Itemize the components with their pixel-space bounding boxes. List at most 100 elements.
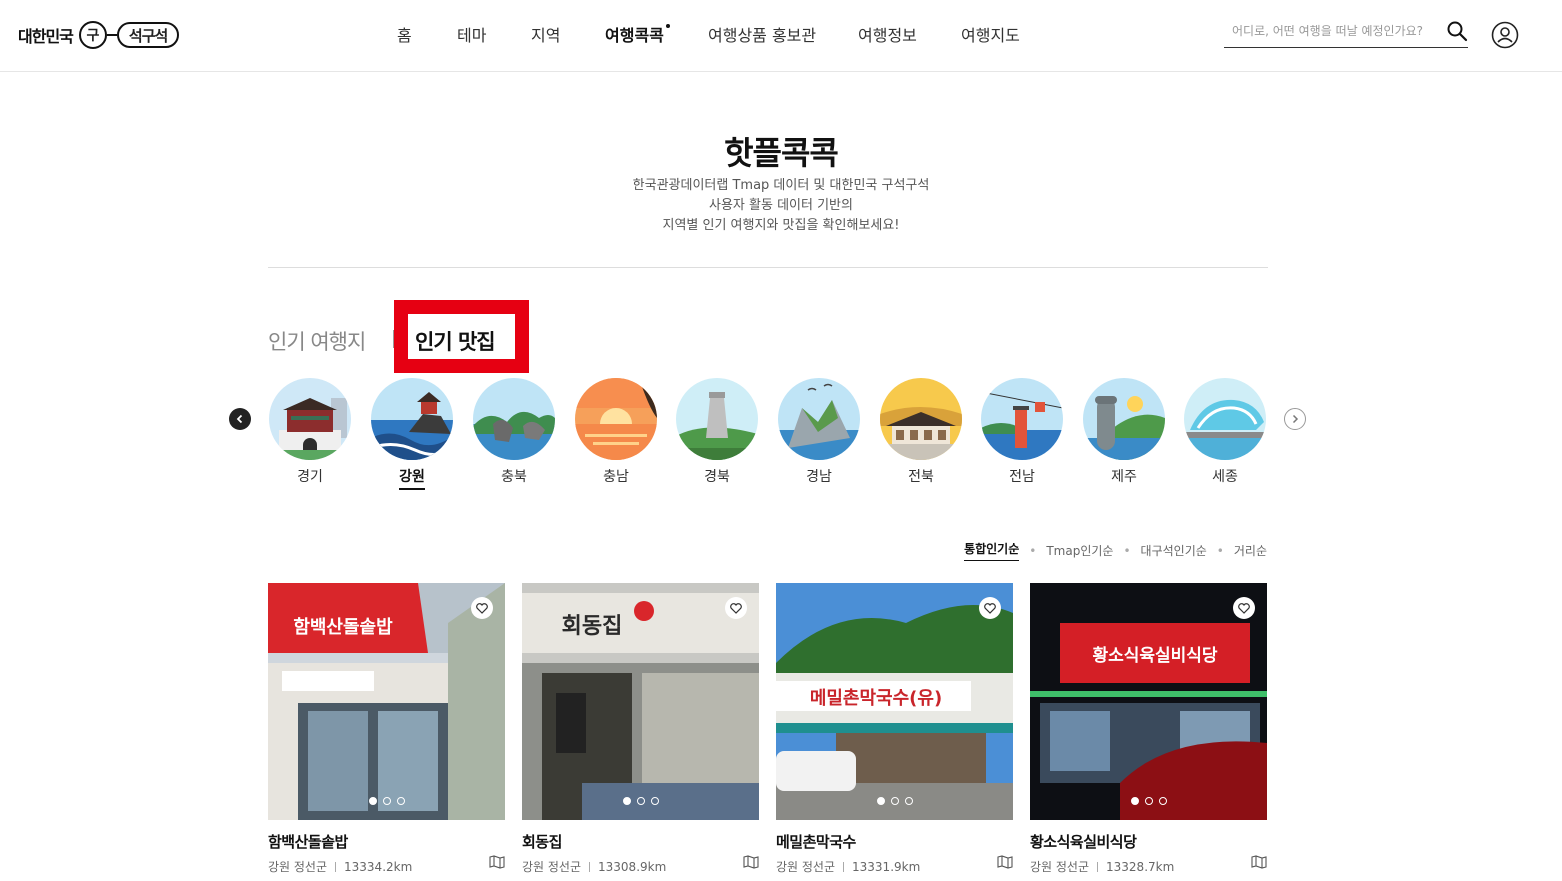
region-chungbuk-image — [473, 378, 555, 460]
region-jeonnam-image — [981, 378, 1063, 460]
new-dot-icon — [665, 24, 670, 28]
heart-icon — [984, 602, 996, 614]
nav-home[interactable]: 홈 — [397, 22, 412, 46]
map-icon[interactable] — [489, 855, 505, 869]
sort-integrated[interactable]: 통합인기순 — [964, 540, 1020, 561]
map-icon[interactable] — [997, 855, 1013, 869]
restaurant-card[interactable]: 함백산돌솥밥 함백산돌솥밥 강원 정선군 13334.2km — [268, 583, 505, 875]
nav-travel-kokkok-label: 여행콕콕 — [605, 26, 664, 45]
carousel-dot[interactable] — [382, 797, 391, 805]
restaurant-photo: 황소식육실비식당 — [1030, 583, 1267, 820]
region-gyeonggi[interactable]: 경기 — [269, 378, 351, 486]
nav-travel-map[interactable]: 여행지도 — [961, 22, 1020, 46]
search-icon[interactable] — [1446, 20, 1468, 42]
carousel-dots — [522, 797, 759, 805]
sort-daeguseok[interactable]: 대구석인기순 — [1141, 542, 1207, 559]
search-input[interactable] — [1224, 18, 1434, 44]
restaurant-meta: 강원 정선군 13308.9km — [522, 858, 759, 875]
region-label: 세종 — [1212, 469, 1238, 485]
favorite-button[interactable] — [725, 597, 747, 619]
restaurant-region: 강원 정선군 — [268, 860, 328, 874]
sort-distance[interactable]: 거리순 — [1234, 542, 1267, 559]
nav-theme[interactable]: 테마 — [457, 22, 486, 46]
region-gyeongnam[interactable]: 경남 — [778, 378, 860, 486]
region-label: 충북 — [501, 469, 527, 485]
carousel-dot[interactable] — [396, 797, 405, 805]
favorite-button[interactable] — [1233, 597, 1255, 619]
nav-region[interactable]: 지역 — [531, 22, 560, 46]
region-label: 경북 — [704, 469, 730, 485]
meta-separator — [1097, 861, 1099, 872]
nav-travel-info[interactable]: 여행정보 — [858, 22, 917, 46]
description-line: 지역별 인기 여행지와 맛집을 확인해보세요! — [662, 218, 900, 233]
chevron-left-icon — [236, 414, 243, 424]
carousel-next-button[interactable] — [1284, 408, 1306, 430]
restaurant-region: 강원 정선군 — [776, 860, 836, 874]
region-gyeongbuk-image — [676, 378, 758, 460]
storefront-sign: 회동집 — [562, 614, 623, 639]
region-sejong-image — [1184, 378, 1266, 460]
region-jeju[interactable]: 제주 — [1083, 378, 1165, 486]
site-header: 대한민국 구 석구석 홈 테마 지역 여행콕콕 여행상품 홍보관 여행정보 여행… — [0, 0, 1562, 72]
search-box — [1224, 18, 1468, 48]
heart-icon — [730, 602, 742, 614]
restaurant-name[interactable]: 함백산돌솥밥 — [268, 831, 505, 852]
restaurant-name[interactable]: 메밀촌막국수 — [776, 831, 1013, 852]
carousel-dot[interactable] — [1158, 797, 1167, 805]
carousel-dot[interactable] — [650, 797, 659, 805]
region-label: 전남 — [1009, 469, 1035, 485]
meta-separator — [335, 861, 337, 872]
carousel-dots — [776, 797, 1013, 805]
favorite-button[interactable] — [979, 597, 1001, 619]
restaurant-distance: 13334.2km — [344, 859, 413, 874]
carousel-prev-button[interactable] — [229, 408, 251, 430]
region-jeonbuk[interactable]: 전북 — [880, 378, 962, 486]
restaurant-region: 강원 정선군 — [522, 860, 582, 874]
region-label: 전북 — [908, 469, 934, 485]
restaurant-distance: 13308.9km — [598, 859, 667, 874]
description-line: 한국관광데이터랩 Tmap 데이터 및 대한민국 구석구석 — [632, 178, 930, 193]
sort-tmap[interactable]: Tmap인기순 — [1046, 542, 1113, 559]
storefront-sign: 함백산돌솥밥 — [293, 616, 393, 638]
map-icon[interactable] — [743, 855, 759, 869]
restaurant-name[interactable]: 회동집 — [522, 831, 759, 852]
region-chungnam-image — [575, 378, 657, 460]
region-gangwon[interactable]: 강원 — [371, 378, 453, 490]
region-chungbuk[interactable]: 충북 — [473, 378, 555, 486]
region-chungnam[interactable]: 충남 — [575, 378, 657, 486]
carousel-dot[interactable] — [1130, 797, 1139, 805]
sort-separator: • — [1029, 543, 1037, 558]
restaurant-region: 강원 정선군 — [1030, 860, 1090, 874]
carousel-dot[interactable] — [368, 797, 377, 805]
restaurant-name[interactable]: 황소식육실비식당 — [1030, 831, 1267, 852]
region-sejong[interactable]: 세종 — [1184, 378, 1266, 486]
favorite-button[interactable] — [471, 597, 493, 619]
nav-product-promo[interactable]: 여행상품 홍보관 — [708, 22, 816, 46]
region-gyeongnam-image — [778, 378, 860, 460]
carousel-dot[interactable] — [876, 797, 885, 805]
storefront-sign: 황소식육실비식당 — [1092, 646, 1217, 666]
region-jeonnam[interactable]: 전남 — [981, 378, 1063, 486]
carousel-dot[interactable] — [1144, 797, 1153, 805]
carousel-dots — [268, 797, 505, 805]
tab-popular-places[interactable]: 인기 여행지 — [268, 326, 366, 356]
restaurant-meta: 강원 정선군 13328.7km — [1030, 858, 1267, 875]
carousel-dots — [1030, 797, 1267, 805]
restaurant-card[interactable]: 회동집 회동집 강원 정선군 13308.9km — [522, 583, 759, 875]
restaurant-card[interactable]: 황소식육실비식당 황소식육실비식당 강원 정선군 13328.7km — [1030, 583, 1267, 875]
restaurant-card[interactable]: 메밀촌막국수(유) 메밀촌막국수 강원 정선군 13331.9km — [776, 583, 1013, 875]
map-icon[interactable] — [1251, 855, 1267, 869]
carousel-dot[interactable] — [636, 797, 645, 805]
carousel-dot[interactable] — [904, 797, 913, 805]
heart-icon — [1238, 602, 1250, 614]
region-gyeonggi-image — [269, 378, 351, 460]
restaurant-meta: 강원 정선군 13331.9km — [776, 858, 1013, 875]
carousel-dot[interactable] — [890, 797, 899, 805]
region-label: 강원 — [399, 466, 425, 490]
user-account-icon[interactable] — [1491, 21, 1519, 49]
meta-separator — [589, 861, 591, 872]
tab-popular-food[interactable]: 인기 맛집 — [415, 326, 496, 356]
carousel-dot[interactable] — [622, 797, 631, 805]
region-gyeongbuk[interactable]: 경북 — [676, 378, 758, 486]
nav-travel-kokkok[interactable]: 여행콕콕 — [605, 22, 670, 46]
